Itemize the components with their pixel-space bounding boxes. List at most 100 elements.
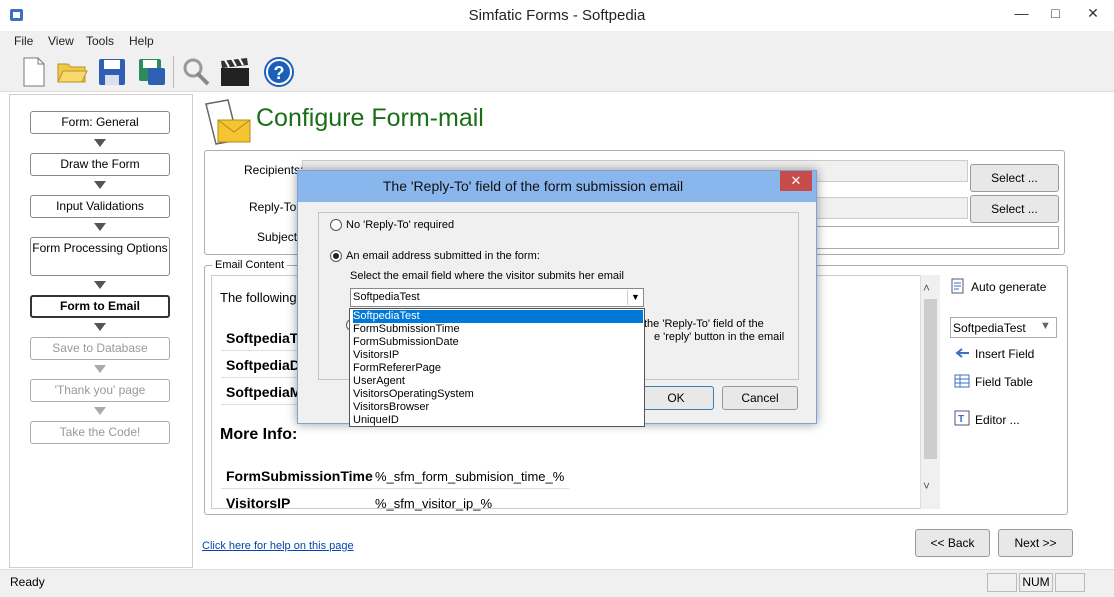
mail-page-icon xyxy=(205,99,251,145)
email-field-combo[interactable]: SoftpediaTest ▼ xyxy=(350,288,644,307)
field-table-icon xyxy=(954,374,970,388)
chevron-down-icon: ▼ xyxy=(1040,320,1051,332)
list-item[interactable]: VisitorsIP xyxy=(353,349,643,362)
side-text-line1: the 'Reply-To' field of the xyxy=(644,318,764,330)
field-table-button[interactable]: Field Table xyxy=(975,375,1033,389)
email-intro-text: The following xyxy=(220,290,297,305)
help-link[interactable]: Click here for help on this page xyxy=(202,540,354,552)
window-title: Simfatic Forms - Softpedia xyxy=(468,7,646,24)
list-item[interactable]: VisitorsBrowser xyxy=(353,401,643,414)
maximize-button[interactable]: □ xyxy=(1039,0,1072,26)
title-bar: Simfatic Forms - Softpedia — □ ✕ xyxy=(0,0,1114,30)
field-name: FormSubmissionTime xyxy=(226,468,373,484)
auto-generate-button[interactable]: Auto generate xyxy=(971,280,1046,294)
more-info-heading: More Info: xyxy=(220,426,298,443)
menu-file[interactable]: File xyxy=(14,34,33,48)
field-select-value: SoftpediaTest xyxy=(953,321,1026,335)
dialog-title: The 'Reply-To' field of the form submiss… xyxy=(382,178,684,194)
steps-panel: Form: General Draw the Form Input Valida… xyxy=(9,94,193,568)
auto-generate-icon xyxy=(951,278,964,294)
step-form-to-email[interactable]: Form to Email xyxy=(30,295,170,318)
step-arrow-icon xyxy=(94,323,106,331)
menu-view[interactable]: View xyxy=(48,34,74,48)
step-save-database[interactable]: Save to Database xyxy=(30,337,170,360)
step-draw-form[interactable]: Draw the Form xyxy=(30,153,170,176)
menu-help[interactable]: Help xyxy=(129,34,154,48)
list-item[interactable]: UserAgent xyxy=(353,375,643,388)
side-text-line2: e 'reply' button in the email xyxy=(654,331,785,343)
dialog-title-bar: The 'Reply-To' field of the form submiss… xyxy=(298,171,816,202)
field-value: %_sfm_visitor_ip_% xyxy=(375,496,493,511)
step-arrow-icon xyxy=(94,407,106,415)
list-item[interactable]: UniqueID xyxy=(353,414,643,427)
ok-button[interactable]: OK xyxy=(638,386,714,410)
svg-text:?: ? xyxy=(274,63,285,83)
num-lock-indicator: NUM xyxy=(1019,573,1053,592)
editor-button[interactable]: Editor ... xyxy=(975,413,1020,427)
step-take-code[interactable]: Take the Code! xyxy=(30,421,170,444)
chevron-down-icon[interactable]: ▼ xyxy=(627,290,643,305)
field-name: SoftpediaM xyxy=(226,384,302,400)
radio-no-replyto-label: No 'Reply-To' required xyxy=(346,219,455,231)
field-value: %_sfm_form_submision_time_% xyxy=(375,469,565,484)
step-thank-you[interactable]: 'Thank you' page xyxy=(30,379,170,402)
email-content-label: Email Content xyxy=(212,259,288,271)
scroll-down-icon[interactable]: ˅ xyxy=(923,479,930,493)
field-name: SoftpediaTe xyxy=(226,330,306,346)
status-text: Ready xyxy=(10,575,45,589)
insert-field-icon xyxy=(955,348,969,358)
toolbar: ? xyxy=(0,51,1114,92)
radio-no-replyto[interactable] xyxy=(330,219,342,231)
list-item[interactable]: FormSubmissionDate xyxy=(353,336,643,349)
step-form-general[interactable]: Form: General xyxy=(30,111,170,134)
field-name: SoftpediaDr xyxy=(226,357,306,373)
step-input-validations[interactable]: Input Validations xyxy=(30,195,170,218)
page-title: Configure Form-mail xyxy=(256,104,484,132)
save-as-icon[interactable] xyxy=(136,56,168,88)
status-bar: Ready NUM xyxy=(0,569,1114,597)
step-arrow-icon xyxy=(94,365,106,373)
select-hint-text: Select the email field where the visitor… xyxy=(350,270,624,282)
insert-field-button[interactable]: Insert Field xyxy=(975,347,1034,361)
recipients-select-button[interactable]: Select ... xyxy=(970,164,1059,192)
step-arrow-icon xyxy=(94,223,106,231)
cancel-button[interactable]: Cancel xyxy=(722,386,798,410)
svg-text:T: T xyxy=(958,414,964,425)
list-item[interactable]: SoftpediaTest xyxy=(353,310,643,323)
subject-label: Subject: xyxy=(257,230,301,244)
editor-icon: T xyxy=(954,410,970,426)
next-button[interactable]: Next >> xyxy=(998,529,1073,557)
settings-icon[interactable] xyxy=(180,56,212,88)
save-icon[interactable] xyxy=(96,56,128,88)
field-select-dropdown[interactable]: SoftpediaTest ▼ xyxy=(950,317,1057,338)
status-panel xyxy=(1055,573,1085,592)
minimize-button[interactable]: — xyxy=(1005,0,1038,26)
back-button[interactable]: << Back xyxy=(915,529,990,557)
email-field-dropdown-list[interactable]: SoftpediaTest FormSubmissionTime FormSub… xyxy=(349,308,645,427)
close-button[interactable]: ✕ xyxy=(1075,0,1111,26)
list-item[interactable]: FormRefererPage xyxy=(353,362,643,375)
replyto-select-button[interactable]: Select ... xyxy=(970,195,1059,223)
status-panel xyxy=(987,573,1017,592)
scroll-thumb[interactable] xyxy=(924,299,937,459)
step-arrow-icon xyxy=(94,281,106,289)
list-item[interactable]: VisitorsOperatingSystem xyxy=(353,388,643,401)
vertical-scrollbar[interactable]: ˄ ˅ xyxy=(920,275,940,509)
radio-email-address-label: An email address submitted in the form: xyxy=(346,250,540,262)
field-name: VisitorsIP xyxy=(226,495,291,511)
step-arrow-icon xyxy=(94,181,106,189)
help-icon[interactable]: ? xyxy=(263,56,295,88)
step-form-processing[interactable]: Form Processing Options xyxy=(30,237,170,276)
open-folder-icon[interactable] xyxy=(56,56,88,88)
radio-email-address[interactable] xyxy=(330,250,342,262)
dialog-close-icon[interactable]: ✕ xyxy=(780,171,812,191)
new-doc-icon[interactable] xyxy=(18,56,50,88)
toolbar-separator xyxy=(173,56,174,88)
clapper-icon[interactable] xyxy=(219,56,251,88)
scroll-up-icon[interactable]: ˄ xyxy=(923,281,930,295)
menu-bar: File View Tools Help xyxy=(0,31,1114,51)
list-item[interactable]: FormSubmissionTime xyxy=(353,323,643,336)
replyto-label: Reply-To: xyxy=(249,200,300,214)
menu-tools[interactable]: Tools xyxy=(86,34,114,48)
recipients-label: Recipients: xyxy=(244,163,304,177)
